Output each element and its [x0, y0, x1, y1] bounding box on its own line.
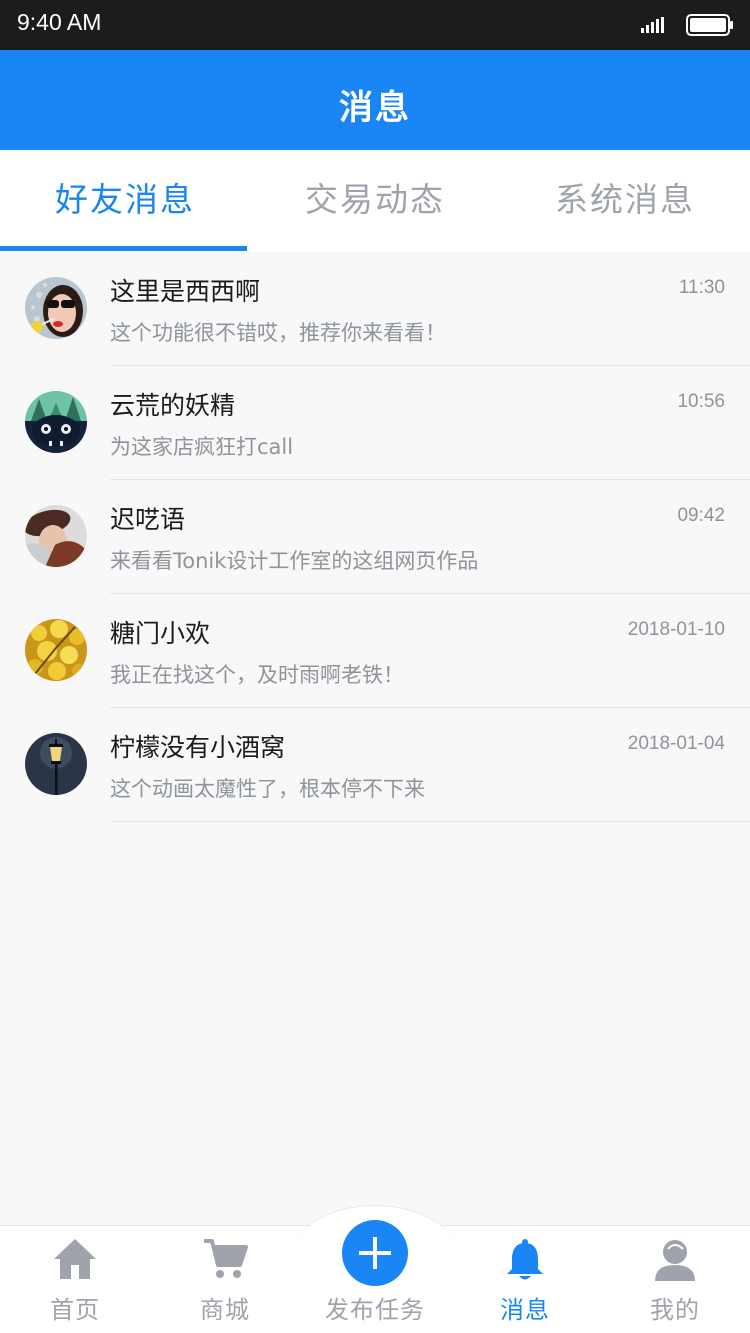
- message-preview: 为这家店疯狂打call: [110, 435, 294, 459]
- message-time: 11:30: [678, 277, 725, 298]
- tabbar-item-home[interactable]: 首页: [0, 1237, 150, 1333]
- tabbar-label: 商城: [200, 1296, 250, 1324]
- tabbar-item-shop[interactable]: 商城: [150, 1237, 300, 1333]
- message-tabs: 好友消息 交易动态 系统消息: [0, 150, 750, 252]
- message-preview: 这个功能很不错哎，推荐你来看看！: [110, 321, 446, 345]
- tab-system-messages[interactable]: 系统消息: [500, 150, 750, 252]
- message-item[interactable]: 糖门小欢 我正在找这个，及时雨啊老铁！ 2018-01-10: [0, 594, 750, 708]
- message-preview: 这个动画太魔性了，根本停不下来: [110, 777, 425, 801]
- tab-trade-updates[interactable]: 交易动态: [250, 150, 500, 252]
- sender-name: 这里是西西啊: [110, 277, 261, 306]
- signal-icon: [641, 17, 664, 33]
- bell-icon: [507, 1239, 543, 1280]
- battery-icon: [686, 14, 733, 36]
- message-item[interactable]: 云荒的妖精 为这家店疯狂打call 10:56: [0, 366, 750, 480]
- tabbar-item-profile[interactable]: 我的: [600, 1237, 750, 1333]
- man-with-hat-avatar: [25, 505, 87, 567]
- message-item[interactable]: 这里是西西啊 这个功能很不错哎，推荐你来看看！ 11:30: [0, 252, 750, 366]
- tabbar-label: 发布任务: [325, 1296, 425, 1324]
- tabbar-label: 我的: [650, 1296, 700, 1324]
- message-time: 2018-01-10: [627, 619, 725, 640]
- sender-name: 柠檬没有小酒窝: [110, 733, 286, 762]
- sender-name: 糖门小欢: [110, 619, 211, 648]
- sender-name: 云荒的妖精: [110, 391, 236, 420]
- sender-name: 迟呓语: [110, 505, 186, 534]
- message-item[interactable]: 迟呓语 来看看Tonik设计工作室的这组网页作品 09:42: [0, 480, 750, 594]
- divider: [110, 821, 750, 822]
- status-bar: 9:40 AM: [0, 0, 750, 50]
- tabbar-item-messages[interactable]: 消息: [450, 1237, 600, 1333]
- forest-creature-avatar: [25, 391, 87, 453]
- tab-friend-messages[interactable]: 好友消息: [0, 150, 250, 252]
- message-preview: 我正在找这个，及时雨啊老铁！: [110, 663, 404, 687]
- message-list: 这里是西西啊 这个功能很不错哎，推荐你来看看！ 11:30 云荒的妖精 为这家店…: [0, 252, 750, 822]
- tabbar-label: 消息: [500, 1296, 550, 1324]
- message-time: 2018-01-04: [627, 733, 725, 754]
- navigation-bar: 消息: [0, 50, 750, 150]
- woman-sunglasses-avatar: [25, 277, 87, 339]
- message-item[interactable]: 柠檬没有小酒窝 这个动画太魔性了，根本停不下来 2018-01-04: [0, 708, 750, 822]
- yellow-flowers-avatar: [25, 619, 87, 681]
- home-icon: [54, 1239, 96, 1279]
- message-time: 10:56: [677, 391, 725, 412]
- active-tab-indicator: [0, 246, 247, 251]
- message-time: 09:42: [677, 505, 725, 526]
- cart-icon: [204, 1239, 248, 1278]
- street-lamp-avatar: [25, 733, 87, 795]
- page-title: 消息: [339, 88, 411, 128]
- tabbar-item-publish[interactable]: 发布任务: [300, 1237, 450, 1333]
- status-time: 9:40 AM: [17, 9, 102, 35]
- message-preview: 来看看Tonik设计工作室的这组网页作品: [110, 549, 479, 573]
- user-icon: [655, 1240, 695, 1281]
- tabbar-label: 首页: [50, 1296, 100, 1324]
